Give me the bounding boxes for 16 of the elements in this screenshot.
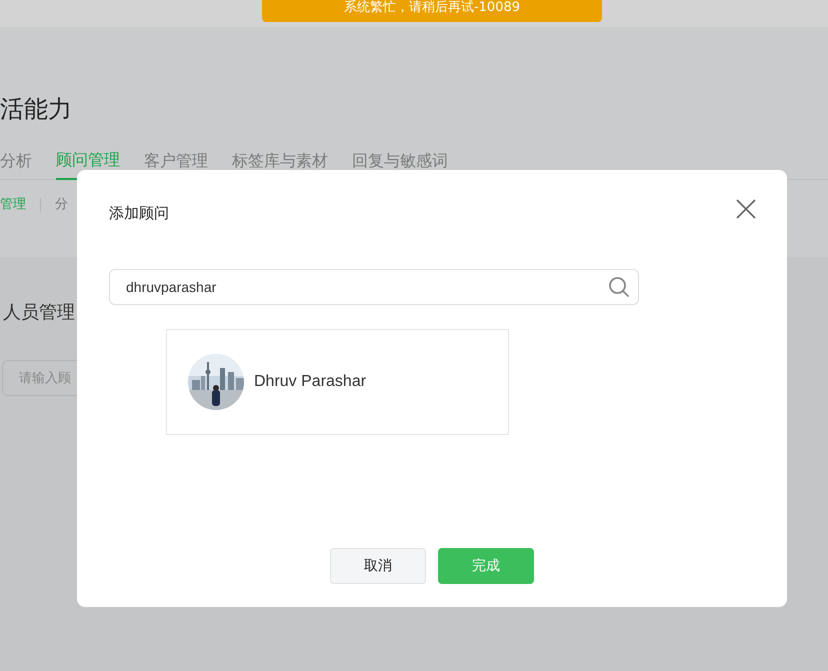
error-toast: 系统繁忙，请稍后再试-10089: [262, 0, 602, 22]
subtab[interactable]: 分: [55, 195, 68, 214]
result-card[interactable]: Dhruv Parashar: [166, 328, 509, 434]
section-title: 人员管理: [3, 301, 76, 325]
tab[interactable]: 客户管理: [144, 142, 208, 180]
cancel-button[interactable]: 取消: [330, 548, 426, 584]
search-icon[interactable]: [608, 276, 630, 298]
user-name: Dhruv Parashar: [254, 372, 366, 392]
dialog-title: 添加顾问: [109, 203, 169, 224]
page-title: 活能力: [0, 94, 73, 125]
tab[interactable]: 分析: [0, 142, 32, 180]
subtab[interactable]: 管理: [0, 195, 26, 214]
confirm-button[interactable]: 完成: [438, 548, 534, 584]
search-field[interactable]: dhruvparashar: [109, 268, 639, 304]
tab[interactable]: 回复与敏感词: [352, 142, 448, 180]
tab[interactable]: 标签库与素材: [232, 142, 328, 180]
